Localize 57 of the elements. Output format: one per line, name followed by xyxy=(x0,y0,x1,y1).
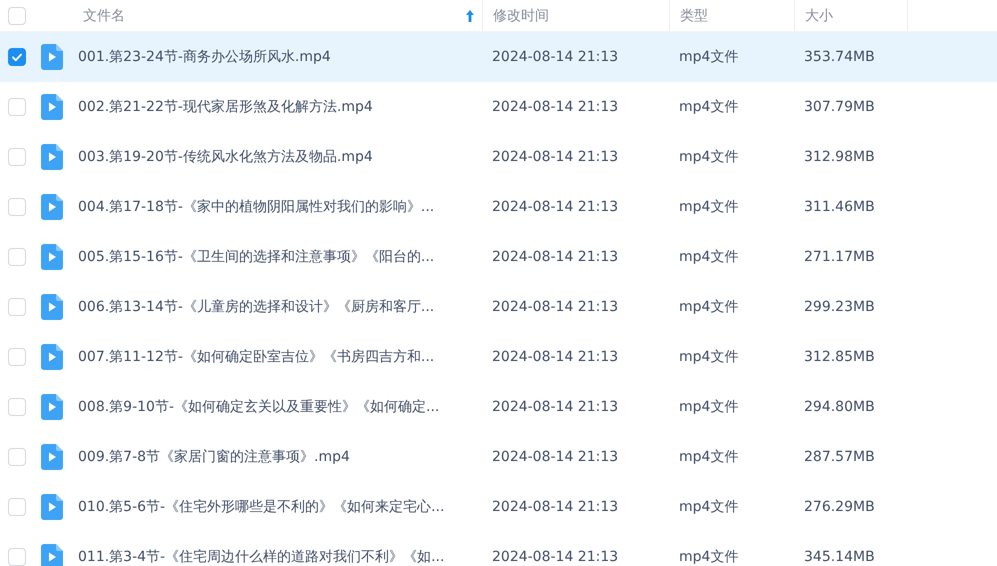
modified-time: 2024-08-14 21:13 xyxy=(491,49,620,65)
file-name[interactable]: 010.第5-6节-《住宅外形哪些是不利的》《如何来定宅心... xyxy=(78,498,482,516)
file-type: mp4文件 xyxy=(678,298,740,316)
modified-time: 2024-08-14 21:13 xyxy=(491,299,620,315)
modified-time: 2024-08-14 21:13 xyxy=(491,499,620,515)
file-name[interactable]: 003.第19-20节-传统风水化煞方法及物品.mp4 xyxy=(78,148,482,166)
file-size: 299.23MB xyxy=(803,299,876,315)
file-size: 353.74MB xyxy=(803,49,876,65)
video-file-icon xyxy=(41,494,63,520)
video-file-icon xyxy=(41,44,63,70)
file-type: mp4文件 xyxy=(678,398,740,416)
file-type: mp4文件 xyxy=(678,48,740,66)
file-name[interactable]: 001.第23-24节-商务办公场所风水.mp4 xyxy=(78,48,482,66)
file-name[interactable]: 004.第17-18节-《家中的植物阴阳属性对我们的影响》... xyxy=(78,198,482,216)
file-size: 294.80MB xyxy=(803,399,876,415)
file-type: mp4文件 xyxy=(678,98,740,116)
file-size: 311.46MB xyxy=(803,199,876,215)
file-size: 271.17MB xyxy=(803,249,876,265)
video-file-icon xyxy=(41,244,63,270)
checkbox[interactable] xyxy=(8,48,26,66)
file-size: 312.85MB xyxy=(803,349,876,365)
file-type: mp4文件 xyxy=(678,248,740,266)
video-file-icon xyxy=(41,194,63,220)
file-type: mp4文件 xyxy=(678,148,740,166)
video-file-icon xyxy=(41,544,63,566)
video-file-icon xyxy=(41,394,63,420)
file-name[interactable]: 011.第3-4节-《住宅周边什么样的道路对我们不利》《如... xyxy=(78,548,482,566)
video-file-icon xyxy=(41,294,63,320)
file-name[interactable]: 006.第13-14节-《儿童房的选择和设计》《厨房和客厅... xyxy=(78,298,482,316)
file-size: 307.79MB xyxy=(803,99,876,115)
modified-time: 2024-08-14 21:13 xyxy=(491,399,620,415)
file-type: mp4文件 xyxy=(678,448,740,466)
file-size: 312.98MB xyxy=(803,149,876,165)
file-name[interactable]: 002.第21-22节-现代家居形煞及化解方法.mp4 xyxy=(78,98,482,116)
modified-time: 2024-08-14 21:13 xyxy=(491,99,620,115)
file-type: mp4文件 xyxy=(678,198,740,216)
file-size: 345.14MB xyxy=(803,549,876,565)
file-name[interactable]: 008.第9-10节-《如何确定玄关以及重要性》《如何确定... xyxy=(78,398,482,416)
modified-time: 2024-08-14 21:13 xyxy=(491,149,620,165)
file-type: mp4文件 xyxy=(678,548,740,566)
file-size: 276.29MB xyxy=(803,499,876,515)
video-file-icon xyxy=(41,344,63,370)
video-file-icon xyxy=(41,144,63,170)
modified-time: 2024-08-14 21:13 xyxy=(491,349,620,365)
modified-time: 2024-08-14 21:13 xyxy=(491,199,620,215)
sort-ascending-icon[interactable] xyxy=(466,10,474,22)
file-size: 287.57MB xyxy=(803,449,876,465)
file-type: mp4文件 xyxy=(678,498,740,516)
modified-time: 2024-08-14 21:13 xyxy=(491,549,620,565)
video-file-icon xyxy=(41,444,63,470)
file-name[interactable]: 009.第7-8节《家居门窗的注意事项》.mp4 xyxy=(78,448,482,466)
video-file-icon xyxy=(41,94,63,120)
file-name[interactable]: 007.第11-12节-《如何确定卧室吉位》《书房四吉方和... xyxy=(78,348,482,366)
file-type: mp4文件 xyxy=(678,348,740,366)
file-name[interactable]: 005.第15-16节-《卫生间的选择和注意事项》《阳台的... xyxy=(78,248,482,266)
modified-time: 2024-08-14 21:13 xyxy=(491,249,620,265)
modified-time: 2024-08-14 21:13 xyxy=(491,449,620,465)
